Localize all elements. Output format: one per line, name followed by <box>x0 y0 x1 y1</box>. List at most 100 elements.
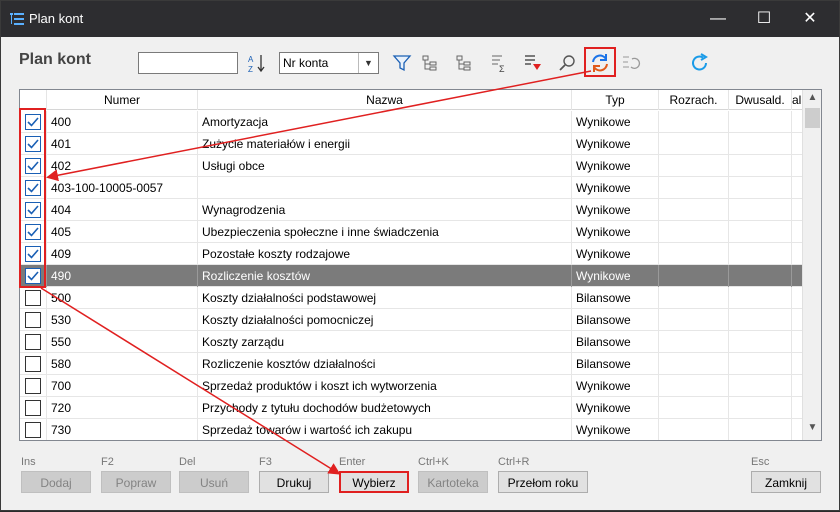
row-check-cell[interactable] <box>20 287 47 309</box>
row-nazwa: Amortyzacja <box>198 111 572 133</box>
row-al <box>792 309 802 331</box>
scroll-down-icon[interactable]: ▼ <box>803 422 821 438</box>
row-nazwa: Koszty działalności pomocniczej <box>198 309 572 331</box>
row-check-cell[interactable] <box>20 397 47 419</box>
usun-button[interactable]: Usuń <box>179 471 249 493</box>
row-nazwa: Zużycie materiałów i energii <box>198 133 572 155</box>
title-bar[interactable]: Plan kont — ☐ ✕ <box>1 1 839 37</box>
row-dwusald <box>729 133 792 155</box>
row-rozrach <box>659 353 729 375</box>
header-check-column[interactable] <box>20 90 47 110</box>
row-al <box>792 221 802 243</box>
scroll-up-icon[interactable]: ▲ <box>803 92 821 108</box>
row-rozrach <box>659 375 729 397</box>
close-button[interactable]: ✕ <box>787 1 833 37</box>
table-row[interactable]: 404 Wynagrodzenia Wynikowe <box>20 199 802 221</box>
przelom-roku-button[interactable]: Przełom roku <box>498 471 588 493</box>
row-checkbox[interactable] <box>25 312 41 328</box>
row-numer: 550 <box>47 331 198 353</box>
search-icon[interactable] <box>557 51 579 75</box>
row-dwusald <box>729 353 792 375</box>
row-typ: Wynikowe <box>572 111 659 133</box>
table-row[interactable]: 401 Zużycie materiałów i energii Wynikowe <box>20 133 802 155</box>
drukuj-button[interactable]: Drukuj <box>259 471 329 493</box>
header-al[interactable]: al <box>792 90 802 110</box>
accounts-grid[interactable]: Numer Nazwa Typ Rozrach. Dwusald. al 400… <box>19 89 822 441</box>
checkbox-highlight <box>19 108 46 288</box>
table-row[interactable]: 720 Przychody z tytułu dochodów budżetowy… <box>20 397 802 419</box>
row-nazwa: Ubezpieczenia społeczne i inne świadczen… <box>198 221 572 243</box>
table-row[interactable]: 402 Usługi obce Wynikowe <box>20 155 802 177</box>
row-dwusald <box>729 243 792 265</box>
filter-icon[interactable] <box>391 51 413 75</box>
row-typ: Bilansowe <box>572 287 659 309</box>
table-row[interactable]: 530 Koszty działalności pomocniczej Bilans… <box>20 309 802 331</box>
reload-icon[interactable] <box>689 51 711 75</box>
row-checkbox[interactable] <box>25 290 41 306</box>
row-al <box>792 353 802 375</box>
row-numer: 530 <box>47 309 198 331</box>
table-row[interactable]: 400 Amortyzacja Wynikowe <box>20 111 802 133</box>
table-row[interactable]: 409 Pozostałe koszty rodzajowe Wynikowe <box>20 243 802 265</box>
row-check-cell[interactable] <box>20 375 47 397</box>
row-nazwa: Koszty zarządu <box>198 331 572 353</box>
table-row[interactable]: 550 Koszty zarządu Bilansowe <box>20 331 802 353</box>
shortcut-del: Del <box>179 456 196 468</box>
collapse-tree-icon[interactable] <box>453 51 475 75</box>
row-al <box>792 265 802 287</box>
table-row[interactable]: 700 Sprzedaż produktów i koszt ich wytwor… <box>20 375 802 397</box>
row-checkbox[interactable] <box>25 334 41 350</box>
vertical-scrollbar[interactable]: ▲ ▼ <box>802 90 821 440</box>
table-row[interactable]: 403-100-10005-0057 Wynikowe <box>20 177 802 199</box>
filter-sum-icon[interactable] <box>521 51 543 75</box>
svg-text:Σ: Σ <box>499 64 505 74</box>
search-input[interactable] <box>138 52 238 74</box>
row-al <box>792 287 802 309</box>
table-row[interactable]: 490 Rozliczenie kosztów Wynikowe <box>20 265 802 287</box>
header-numer[interactable]: Numer <box>47 90 198 110</box>
row-al <box>792 155 802 177</box>
sum-icon[interactable]: Σ <box>487 51 509 75</box>
row-al <box>792 111 802 133</box>
wybierz-button[interactable]: Wybierz <box>339 471 409 493</box>
header-nazwa[interactable]: Nazwa <box>198 90 572 110</box>
row-check-cell[interactable] <box>20 353 47 375</box>
kartoteka-button[interactable]: Kartoteka <box>418 471 488 493</box>
chevron-down-icon[interactable]: ▼ <box>358 53 378 73</box>
row-numer: 730 <box>47 419 198 440</box>
minimize-button[interactable]: — <box>695 1 741 37</box>
maximize-button[interactable]: ☐ <box>741 1 787 37</box>
expand-tree-icon[interactable] <box>419 51 441 75</box>
row-checkbox[interactable] <box>25 378 41 394</box>
table-row[interactable]: 500 Koszty działalności podstawowej Bilans… <box>20 287 802 309</box>
row-check-cell[interactable] <box>20 309 47 331</box>
table-row[interactable]: 580 Rozliczenie kosztów działalności Bilan… <box>20 353 802 375</box>
row-checkbox[interactable] <box>25 400 41 416</box>
table-row[interactable]: 405 Ubezpieczenia społeczne i inne świadc… <box>20 221 802 243</box>
header-typ[interactable]: Typ <box>572 90 659 110</box>
refresh-list-icon[interactable] <box>619 51 641 75</box>
header-rozrach[interactable]: Rozrach. <box>659 90 729 110</box>
header-dwusald[interactable]: Dwusald. <box>729 90 792 110</box>
sort-az-icon[interactable]: AZ <box>247 52 267 74</box>
row-dwusald <box>729 199 792 221</box>
scroll-thumb[interactable] <box>805 108 820 128</box>
dodaj-button[interactable]: Dodaj <box>21 471 91 493</box>
row-checkbox[interactable] <box>25 356 41 372</box>
grid-header: Numer Nazwa Typ Rozrach. Dwusald. al <box>20 90 802 110</box>
row-rozrach <box>659 419 729 440</box>
popraw-button[interactable]: Popraw <box>101 471 171 493</box>
row-dwusald <box>729 309 792 331</box>
row-checkbox[interactable] <box>25 422 41 438</box>
table-row[interactable]: 730 Sprzedaż towarów i wartość ich zakupu… <box>20 419 802 440</box>
sort-field-select[interactable]: Nr konta ▼ <box>279 52 379 74</box>
row-nazwa: Przychody z tytułu dochodów budżetowych <box>198 397 572 419</box>
row-typ: Bilansowe <box>572 353 659 375</box>
row-typ: Wynikowe <box>572 265 659 287</box>
row-al <box>792 199 802 221</box>
row-numer: 500 <box>47 287 198 309</box>
refresh-highlight <box>584 47 616 77</box>
zamknij-button[interactable]: Zamknij <box>751 471 821 493</box>
row-check-cell[interactable] <box>20 419 47 440</box>
row-check-cell[interactable] <box>20 331 47 353</box>
